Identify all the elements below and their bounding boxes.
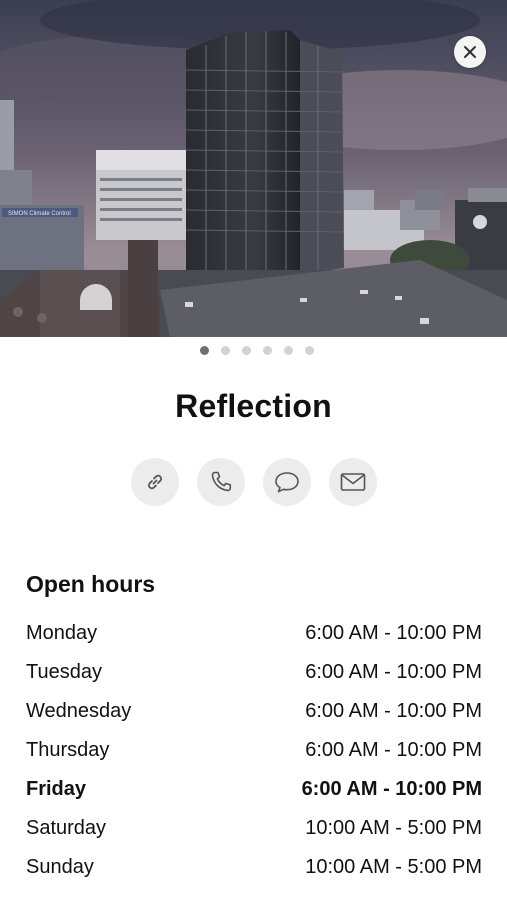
place-title: Reflection xyxy=(175,388,332,424)
link-icon xyxy=(147,474,162,490)
gallery-page-dot[interactable] xyxy=(220,346,230,355)
hours-day-label: Sunday xyxy=(26,856,94,878)
hours-row: Friday 6:00 AM - 10:00 PM xyxy=(26,770,482,809)
phone-icon xyxy=(211,471,231,492)
hours-day-label: Tuesday xyxy=(26,661,102,683)
hours-time-range: 6:00 AM - 10:00 PM xyxy=(305,661,482,683)
gallery-page-indicator[interactable] xyxy=(0,346,507,356)
gallery-page-dot[interactable] xyxy=(283,346,293,355)
hours-row: Monday 6:00 AM - 10:00 PM xyxy=(26,614,482,653)
hours-day-label: Thursday xyxy=(26,739,110,761)
envelope-icon xyxy=(340,473,365,491)
call-button[interactable] xyxy=(196,458,245,506)
building-photo-illustration: SIMON Climate Control xyxy=(0,0,507,337)
hero-photo[interactable]: SIMON Climate Control xyxy=(0,0,507,337)
hours-day-label: Friday xyxy=(26,778,87,800)
email-button[interactable] xyxy=(328,458,377,506)
hours-time-range: 10:00 AM - 5:00 PM xyxy=(305,856,482,878)
contact-actions xyxy=(0,458,507,506)
hours-row: Sunday 10:00 AM - 5:00 PM xyxy=(26,848,482,887)
hours-time-range: 6:00 AM - 10:00 PM xyxy=(305,739,482,761)
close-button[interactable] xyxy=(454,36,486,68)
hours-day-label: Wednesday xyxy=(26,700,132,722)
gallery-page-dot[interactable] xyxy=(304,346,314,355)
hours-time-range: 6:00 AM - 10:00 PM xyxy=(305,622,482,644)
hours-row: Tuesday 6:00 AM - 10:00 PM xyxy=(26,653,482,692)
close-icon xyxy=(464,46,476,58)
hours-time-range: 6:00 AM - 10:00 PM xyxy=(301,778,482,800)
hours-row: Wednesday 6:00 AM - 10:00 PM xyxy=(26,692,482,731)
hours-time-range: 6:00 AM - 10:00 PM xyxy=(305,700,482,722)
hours-time-range: 10:00 AM - 5:00 PM xyxy=(305,817,482,839)
open-hours-heading: Open hours xyxy=(26,571,156,597)
hours-row: Thursday 6:00 AM - 10:00 PM xyxy=(26,731,482,770)
gallery-page-dot[interactable] xyxy=(262,346,272,355)
gallery-page-dot[interactable] xyxy=(199,346,209,355)
gallery-page-dot[interactable] xyxy=(241,346,251,355)
building-sign: SIMON Climate Control xyxy=(8,211,71,217)
hours-day-label: Monday xyxy=(26,622,98,644)
hours-row: Saturday 10:00 AM - 5:00 PM xyxy=(26,809,482,848)
message-bubble-icon xyxy=(274,472,299,493)
website-link-button[interactable] xyxy=(130,458,179,506)
message-button[interactable] xyxy=(262,458,311,506)
open-hours-list: Monday 6:00 AM - 10:00 PM Tuesday 6:00 AM -… xyxy=(26,614,482,887)
place-detail-sheet: SIMON Climate Control Reflection Open ho… xyxy=(0,0,507,900)
hours-day-label: Saturday xyxy=(26,817,107,839)
